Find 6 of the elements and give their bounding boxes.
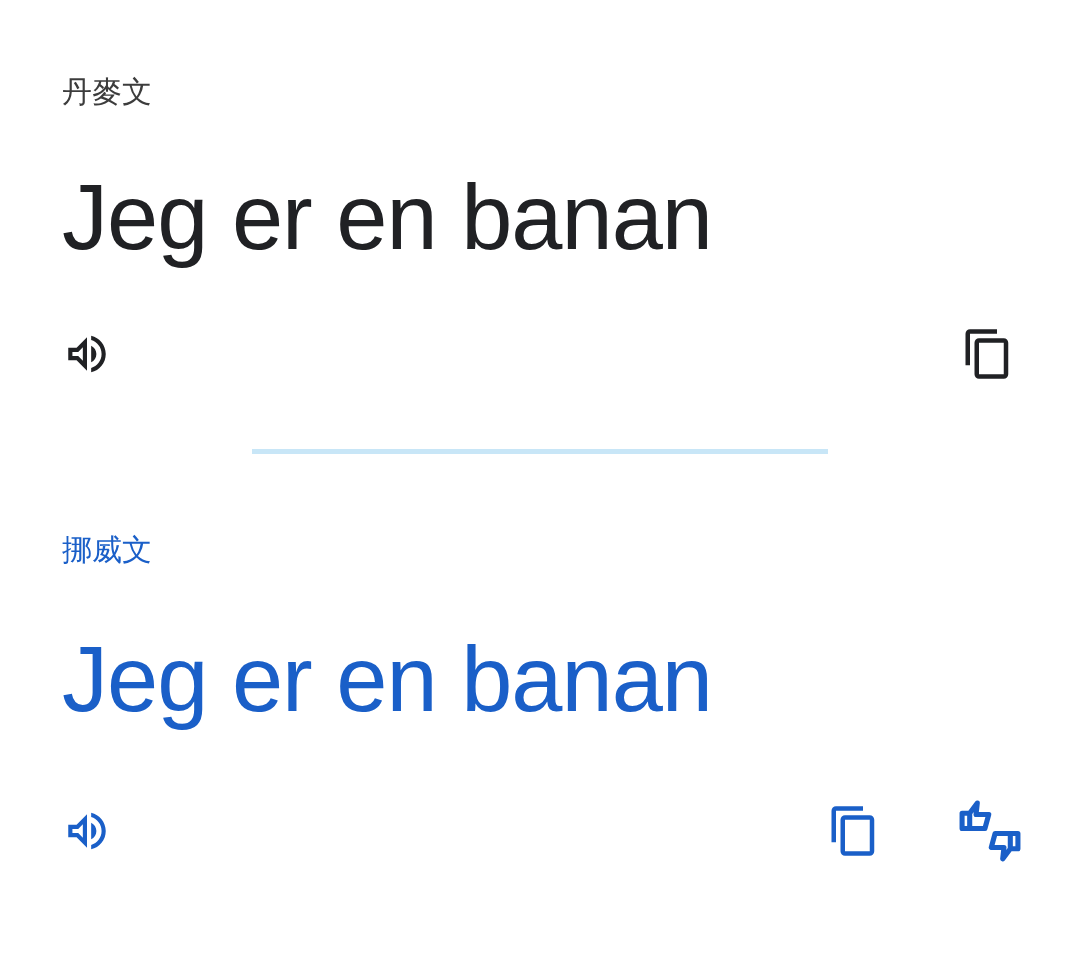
language-label: 挪威文	[62, 532, 153, 568]
thumbs-icon	[957, 798, 1023, 864]
language-label: 丹麥文	[62, 74, 153, 110]
translation-text: Jeg er en banan	[62, 627, 713, 732]
feedback-button[interactable]	[957, 798, 1023, 864]
translation-text: Jeg er en banan	[62, 165, 713, 270]
